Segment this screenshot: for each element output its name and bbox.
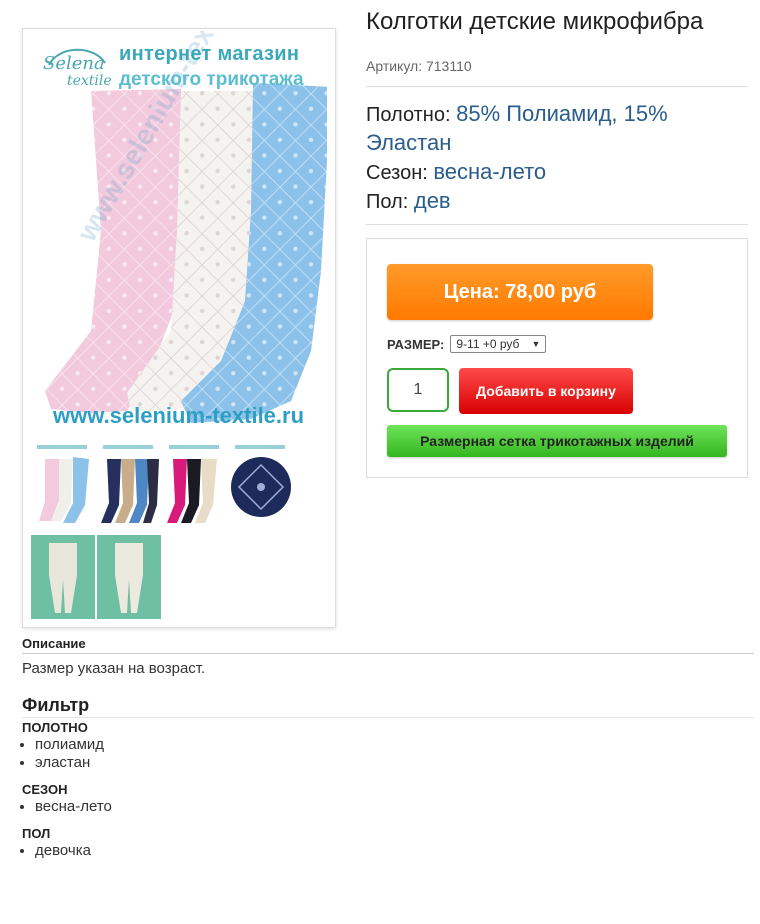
thumbnail-2[interactable]	[97, 441, 161, 529]
filter-group-season: СЕЗОН весна-лето	[22, 781, 112, 816]
product-properties: Полотно: 85% Полиамид, 15% Эластан Сезон…	[366, 100, 746, 216]
size-select[interactable]: 9-11 +0 руб ▼	[450, 335, 547, 353]
property-fabric: Полотно: 85% Полиамид, 15% Эластан	[366, 100, 746, 158]
filter-item[interactable]: девочка	[35, 842, 91, 860]
divider	[22, 653, 754, 654]
description-text: Размер указан на возраст.	[22, 660, 206, 677]
thumbnail-6[interactable]	[97, 535, 161, 619]
size-chart-button[interactable]: Размерная сетка трикотажных изделий	[387, 425, 727, 457]
property-season: Сезон: весна-лето	[366, 158, 746, 187]
quantity-input[interactable]: 1	[387, 368, 449, 412]
divider	[22, 717, 754, 718]
product-image-card: www.selenium-textile.ru Selena textile и…	[22, 28, 336, 628]
description-heading: Описание	[22, 636, 86, 651]
property-value-link[interactable]: весна-лето	[433, 159, 546, 184]
divider	[366, 224, 748, 225]
size-selector-row: РАЗМЕР: 9-11 +0 руб ▼	[387, 335, 547, 353]
filter-item[interactable]: весна-лето	[35, 798, 112, 816]
brand-logo: Selena textile	[39, 45, 112, 95]
thumbnail-4[interactable]	[229, 441, 293, 529]
dropdown-arrow-icon: ▼	[531, 339, 541, 349]
product-main-image[interactable]: www.selenium-textile.ru Selena textile и…	[31, 31, 327, 435]
brand-name: Selena	[43, 53, 105, 74]
property-label: Полотно:	[366, 104, 451, 126]
product-title: Колготки детские микрофибра	[366, 8, 704, 35]
filter-item[interactable]: эластан	[35, 754, 104, 772]
site-url: www.selenium-textile.ru	[53, 403, 305, 428]
property-label: Сезон:	[366, 162, 428, 184]
filter-group-fabric: ПОЛОТНО полиамид эластан	[22, 719, 104, 772]
thumbnail-1[interactable]	[31, 441, 95, 529]
price-button[interactable]: Цена: 78,00 руб	[387, 264, 653, 320]
shop-title-line2: детского трикотажа	[119, 69, 304, 90]
property-gender: Пол: дев	[366, 187, 746, 216]
product-sku: Артикул: 713110	[366, 58, 472, 74]
filter-group-gender: ПОЛ девочка	[22, 825, 91, 860]
property-label: Пол:	[366, 191, 409, 213]
size-label: РАЗМЕР:	[387, 336, 445, 352]
filter-group-title: СЕЗОН	[22, 782, 68, 797]
property-value-link[interactable]: дев	[414, 188, 451, 213]
purchase-box: Цена: 78,00 руб РАЗМЕР: 9-11 +0 руб ▼ 1 …	[366, 238, 748, 478]
shop-title-line1: интернет магазин	[119, 43, 300, 65]
divider	[366, 86, 748, 87]
brand-subname: textile	[67, 73, 112, 89]
size-selected-value: 9-11 +0 руб	[456, 337, 520, 351]
add-to-cart-button[interactable]: Добавить в корзину	[459, 368, 633, 414]
filter-item[interactable]: полиамид	[35, 736, 104, 754]
filter-group-title: ПОЛОТНО	[22, 720, 88, 735]
thumbnail-5[interactable]	[31, 535, 95, 619]
filter-heading: Фильтр	[22, 695, 90, 715]
filter-group-title: ПОЛ	[22, 826, 51, 841]
thumbnail-3[interactable]	[163, 441, 227, 529]
